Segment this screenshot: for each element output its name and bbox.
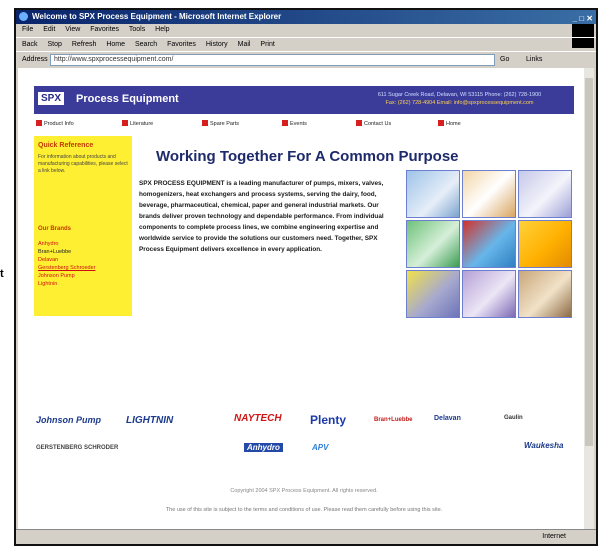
brand-logo[interactable]: LIGHTNIN xyxy=(126,415,173,426)
brand-logo[interactable]: Plenty xyxy=(310,413,346,427)
nav-item[interactable]: Events xyxy=(282,120,307,128)
product-photo[interactable] xyxy=(406,220,460,268)
nav-item[interactable]: Spare Parts xyxy=(202,120,239,128)
legal-notice: The use of this site is subject to the t… xyxy=(165,507,443,513)
bullet-icon xyxy=(36,120,42,126)
top-navigation: Product Info Literature Spare Parts Even… xyxy=(34,120,574,130)
brand-name: Process Equipment xyxy=(76,93,179,105)
nav-item[interactable]: Literature xyxy=(122,120,153,128)
menu-help[interactable]: Help xyxy=(155,26,169,33)
sidebar-link[interactable]: Anhydro xyxy=(38,240,128,248)
back-button[interactable]: Back xyxy=(22,41,38,48)
menu-tools[interactable]: Tools xyxy=(129,26,145,33)
nav-item[interactable]: Contact Us xyxy=(356,120,391,128)
sidebar-text: For information about products and manuf… xyxy=(38,154,128,174)
brand-logos: Johnson Pump LIGHTNIN NAYTECH Plenty Bra… xyxy=(34,411,574,471)
sidebar-link[interactable]: Delavan xyxy=(38,256,128,264)
zone-indicator: Internet xyxy=(542,533,566,540)
copyright: Copyright 2004 SPX Process Equipment. Al… xyxy=(230,488,378,494)
sidebar-link[interactable]: Johnson Pump xyxy=(38,272,128,280)
window-title: Welcome to SPX Process Equipment - Micro… xyxy=(32,12,282,21)
brand-logo[interactable]: Bran+Luebbe xyxy=(374,417,413,423)
stop-button[interactable]: Stop xyxy=(48,41,62,48)
nav-item[interactable]: Product Info xyxy=(36,120,74,128)
address-line-2[interactable]: Fax: (262) 728-4904 Email: info@spxproce… xyxy=(352,99,567,107)
site-page: SPX Process Equipment 611 Sugar Creek Ro… xyxy=(34,86,574,526)
sidebar-link[interactable]: Lightnin xyxy=(38,280,128,288)
print-button[interactable]: Print xyxy=(260,41,274,48)
address-input[interactable]: http://www.spxprocessequipment.com/ xyxy=(50,54,495,66)
mail-button[interactable]: Mail xyxy=(238,41,251,48)
product-photo[interactable] xyxy=(406,270,460,318)
page-headline: Working Together For A Common Purpose xyxy=(156,148,459,165)
menu-bar: File Edit View Favorites Tools Help xyxy=(16,24,596,36)
product-photo[interactable] xyxy=(518,220,572,268)
quick-reference-panel: Quick Reference For information about pr… xyxy=(34,136,132,316)
go-button[interactable]: Go xyxy=(500,52,509,67)
bullet-icon xyxy=(122,120,128,126)
product-photo[interactable] xyxy=(406,170,460,218)
intro-paragraph: SPX PROCESS EQUIPMENT is a leading manuf… xyxy=(139,180,384,253)
company-address: 611 Sugar Creek Road, Delavan, WI 53115 … xyxy=(352,91,567,107)
address-line-1: 611 Sugar Creek Road, Delavan, WI 53115 … xyxy=(377,92,542,98)
brand-logo[interactable]: Anhydro xyxy=(244,443,283,452)
search-button[interactable]: Search xyxy=(135,41,157,48)
favorites-button[interactable]: Favorites xyxy=(167,41,196,48)
brand-logo[interactable]: Johnson Pump xyxy=(36,415,101,425)
product-photo-grid xyxy=(406,170,574,320)
toolbar: Back Stop Refresh Home Search Favorites … xyxy=(16,37,596,51)
bullet-icon xyxy=(202,120,208,126)
browser-window: Welcome to SPX Process Equipment - Micro… xyxy=(14,8,598,546)
bullet-icon xyxy=(356,120,362,126)
history-button[interactable]: History xyxy=(206,41,228,48)
vertical-scrollbar[interactable] xyxy=(584,68,594,530)
brand-logo[interactable]: Delavan xyxy=(434,415,461,422)
product-photo[interactable] xyxy=(462,220,516,268)
menu-file[interactable]: File xyxy=(22,26,33,33)
site-header: SPX Process Equipment 611 Sugar Creek Ro… xyxy=(34,86,574,114)
title-bar[interactable]: Welcome to SPX Process Equipment - Micro… xyxy=(16,10,596,24)
brand-logo[interactable]: Waukesha xyxy=(524,441,563,450)
product-photo[interactable] xyxy=(518,270,572,318)
address-label: Address xyxy=(22,56,48,63)
product-photo[interactable] xyxy=(462,170,516,218)
brand-logo[interactable]: NAYTECH xyxy=(234,413,282,424)
sidebar-link[interactable]: Gerstenberg Schroeder xyxy=(38,264,128,272)
bullet-icon xyxy=(438,120,444,126)
home-button[interactable]: Home xyxy=(106,41,125,48)
address-bar: Address http://www.spxprocessequipment.c… xyxy=(16,51,596,67)
product-photo[interactable] xyxy=(518,170,572,218)
sidebar-links: Anhydro Bran+Luebbe Delavan Gerstenberg … xyxy=(38,240,128,288)
menu-view[interactable]: View xyxy=(65,26,80,33)
page-viewport: SPX Process Equipment 611 Sugar Creek Ro… xyxy=(18,68,584,530)
sidebar-title: Quick Reference xyxy=(38,142,94,149)
status-bar: Internet xyxy=(16,529,596,544)
brand-logo[interactable]: GERSTENBERG SCHRODER xyxy=(36,445,118,451)
bullet-icon xyxy=(282,120,288,126)
cropped-text: t xyxy=(0,268,4,280)
nav-item[interactable]: Home xyxy=(438,120,461,128)
brand-logo[interactable]: Gaulin xyxy=(504,415,523,421)
spx-logo[interactable]: SPX xyxy=(38,92,65,105)
ie-icon xyxy=(19,12,28,21)
sidebar-subtitle: Our Brands xyxy=(38,226,72,232)
refresh-button[interactable]: Refresh xyxy=(72,41,97,48)
menu-favorites[interactable]: Favorites xyxy=(90,26,119,33)
product-photo[interactable] xyxy=(462,270,516,318)
sidebar-link[interactable]: Bran+Luebbe xyxy=(38,248,128,256)
scrollbar-thumb[interactable] xyxy=(585,78,593,446)
menu-edit[interactable]: Edit xyxy=(43,26,55,33)
links-button[interactable]: Links xyxy=(526,52,542,67)
brand-logo[interactable]: APV xyxy=(312,443,328,452)
